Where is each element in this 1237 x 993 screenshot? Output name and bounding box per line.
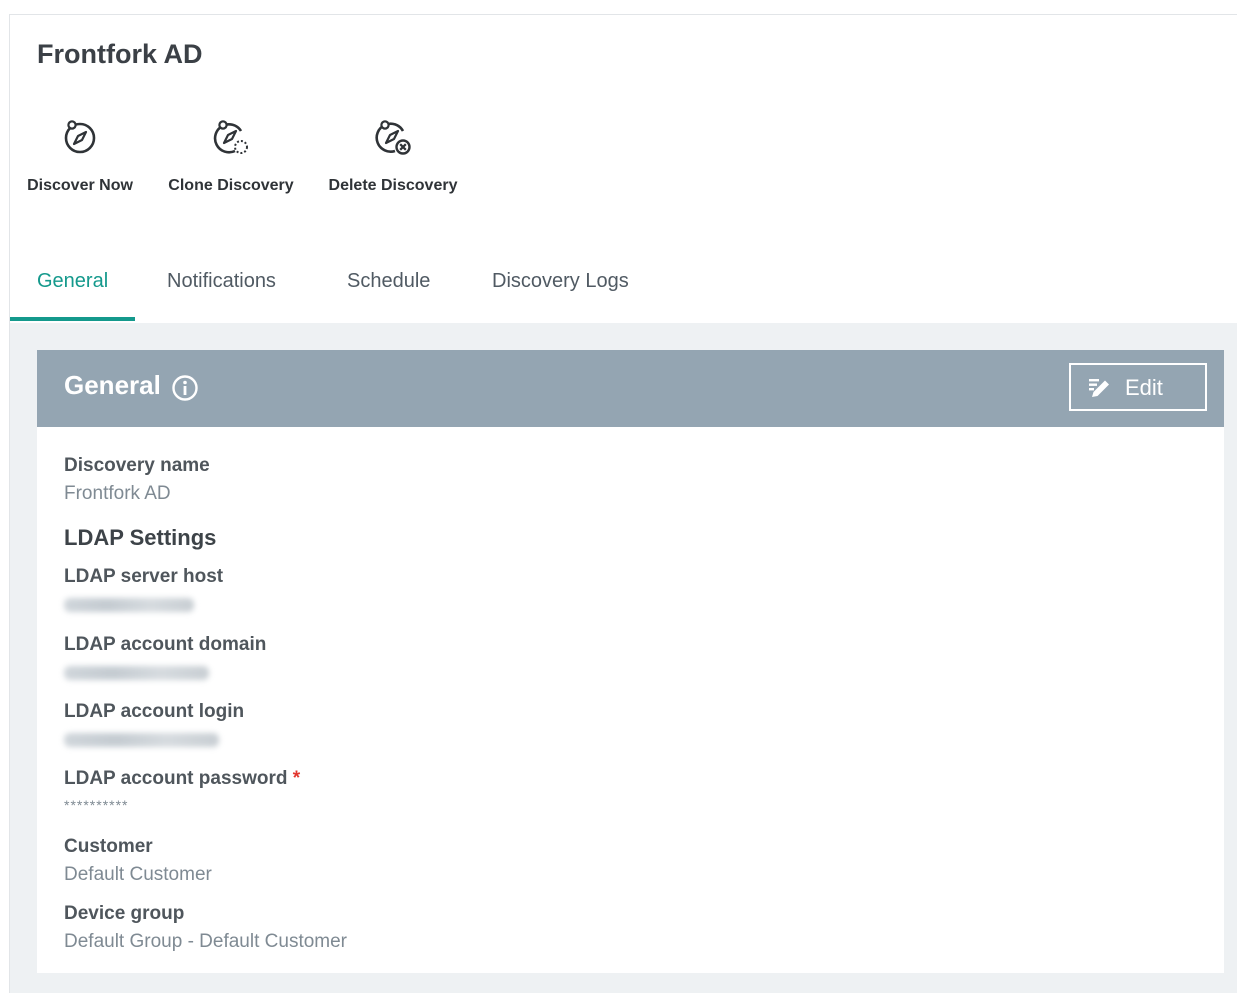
- ldap-account-domain-label: LDAP account domain: [64, 634, 267, 655]
- customer-value: Default Customer: [64, 864, 212, 885]
- discovery-name-value: Frontfork AD: [64, 483, 171, 504]
- compass-icon: [64, 120, 96, 154]
- ldap-account-password-label-text: LDAP account password: [64, 768, 288, 789]
- tab-content: General Edit Discovery name Frontfork AD…: [10, 323, 1237, 993]
- edit-label: Edit: [1125, 375, 1163, 400]
- edit-icon: [1089, 379, 1109, 397]
- device-group-value: Default Group - Default Customer: [64, 931, 348, 952]
- tab-general-label: General: [37, 270, 109, 292]
- discover-now-button[interactable]: Discover Now: [24, 117, 136, 195]
- customer-label: Customer: [64, 836, 153, 857]
- ldap-settings-heading: LDAP Settings: [64, 525, 217, 550]
- ldap-account-password-value: **********: [64, 797, 129, 813]
- ldap-account-login-label: LDAP account login: [64, 701, 245, 722]
- clone-discovery-button[interactable]: Clone Discovery: [161, 117, 301, 195]
- panel-title: General: [64, 370, 161, 400]
- edit-button[interactable]: Edit: [1069, 363, 1207, 411]
- ldap-account-login-value-redacted: [64, 733, 219, 747]
- discovery-details-page: Frontfork AD Discover Now Clone Discover…: [9, 14, 1237, 993]
- compass-clone-icon: [213, 120, 248, 154]
- tab-bar: General Notifications Schedule Discovery…: [10, 263, 1237, 321]
- tab-discovery-logs[interactable]: Discovery Logs: [492, 263, 629, 321]
- general-panel: General Edit Discovery name Frontfork AD…: [37, 350, 1224, 973]
- ldap-account-domain-value-redacted: [64, 666, 209, 680]
- tab-schedule-label: Schedule: [347, 270, 431, 292]
- discover-now-label: Discover Now: [27, 177, 133, 194]
- delete-discovery-button[interactable]: Delete Discovery: [323, 117, 463, 195]
- device-group-label: Device group: [64, 903, 185, 924]
- tab-discovery-logs-label: Discovery Logs: [492, 270, 629, 292]
- ldap-account-password-label: LDAP account password *: [64, 768, 300, 790]
- ldap-server-host-label: LDAP server host: [64, 566, 224, 587]
- required-indicator: *: [292, 768, 301, 789]
- page-title: Frontfork AD: [37, 39, 203, 69]
- tab-general[interactable]: General: [10, 263, 136, 321]
- compass-delete-icon: [375, 120, 411, 155]
- tab-schedule[interactable]: Schedule: [347, 263, 430, 321]
- delete-discovery-label: Delete Discovery: [328, 177, 458, 194]
- panel-header: General Edit: [37, 350, 1224, 427]
- discovery-name-label: Discovery name: [64, 455, 210, 476]
- ldap-server-host-value-redacted: [64, 598, 194, 612]
- tab-notifications[interactable]: Notifications: [167, 263, 276, 321]
- info-icon[interactable]: [171, 374, 199, 402]
- clone-discovery-label: Clone Discovery: [168, 177, 294, 194]
- tab-notifications-label: Notifications: [167, 270, 276, 292]
- active-tab-indicator: [10, 317, 136, 321]
